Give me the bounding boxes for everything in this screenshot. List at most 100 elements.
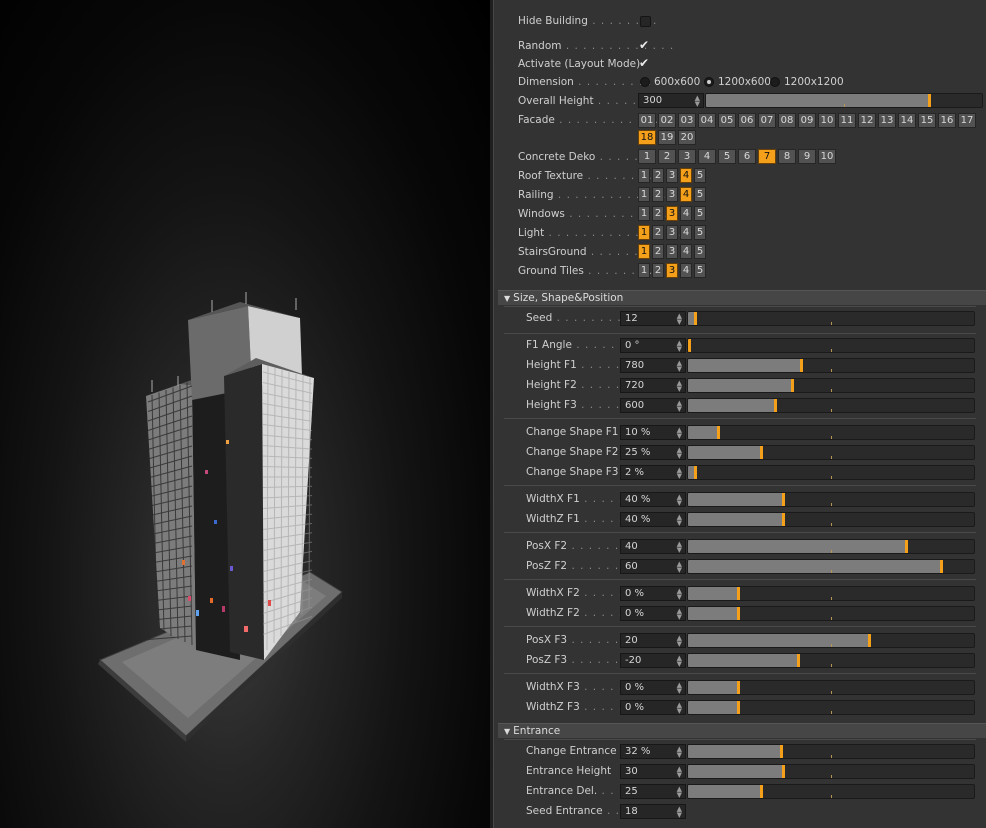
- change-entrance-input[interactable]: 32 % ▲ ▼: [620, 744, 686, 759]
- section-size-shape-position-header[interactable]: ▼ Size, Shape&Position: [498, 290, 986, 305]
- posx-f2-slider[interactable]: [687, 539, 975, 554]
- facade-button-16[interactable]: 16: [938, 113, 956, 128]
- facade-button-10[interactable]: 10: [818, 113, 836, 128]
- spinner-arrows-icon[interactable]: ▲ ▼: [677, 514, 682, 527]
- concrete-deko-button-10[interactable]: 10: [818, 149, 836, 164]
- random-checkbox[interactable]: ✔: [639, 39, 649, 51]
- light-button-5[interactable]: 5: [694, 225, 706, 240]
- stairs-ground-button-3[interactable]: 3: [666, 244, 678, 259]
- ground-tiles-button-3[interactable]: 3: [666, 263, 678, 278]
- windows-button-3[interactable]: 3: [666, 206, 678, 221]
- widthz-f1-slider[interactable]: [687, 512, 975, 527]
- facade-button-20[interactable]: 20: [678, 130, 696, 145]
- entrance-height-input[interactable]: 30 ▲ ▼: [620, 764, 686, 779]
- roof-texture-button-4[interactable]: 4: [680, 168, 692, 183]
- roof-texture-button-1[interactable]: 1: [638, 168, 650, 183]
- concrete-deko-button-3[interactable]: 3: [678, 149, 696, 164]
- ground-tiles-button-5[interactable]: 5: [694, 263, 706, 278]
- spinner-arrows-icon[interactable]: ▲ ▼: [677, 313, 682, 326]
- facade-button-15[interactable]: 15: [918, 113, 936, 128]
- facade-button-07[interactable]: 07: [758, 113, 776, 128]
- spinner-arrows-icon[interactable]: ▲ ▼: [677, 635, 682, 648]
- widthx-f3-slider[interactable]: [687, 680, 975, 695]
- spinner-arrows-icon[interactable]: ▲ ▼: [677, 400, 682, 413]
- widthx-f3-input[interactable]: 0 % ▲ ▼: [620, 680, 686, 695]
- dimension-radio-1200x1200[interactable]: [770, 77, 780, 87]
- seed-slider[interactable]: [687, 311, 975, 326]
- spinner-arrows-icon[interactable]: ▲ ▼: [677, 766, 682, 779]
- facade-button-03[interactable]: 03: [678, 113, 696, 128]
- change-f1-input[interactable]: 10 % ▲ ▼: [620, 425, 686, 440]
- widthz-f1-input[interactable]: 40 % ▲ ▼: [620, 512, 686, 527]
- dimension-radio-600x600[interactable]: [640, 77, 650, 87]
- windows-button-4[interactable]: 4: [680, 206, 692, 221]
- spinner-arrows-icon[interactable]: ▲ ▼: [677, 682, 682, 695]
- entrance-height-slider[interactable]: [687, 764, 975, 779]
- stairs-ground-button-4[interactable]: 4: [680, 244, 692, 259]
- posz-f3-input[interactable]: -20 ▲ ▼: [620, 653, 686, 668]
- posz-f2-slider[interactable]: [687, 559, 975, 574]
- spinner-arrows-icon[interactable]: ▲ ▼: [677, 786, 682, 799]
- facade-button-09[interactable]: 09: [798, 113, 816, 128]
- ground-tiles-button-2[interactable]: 2: [652, 263, 664, 278]
- change-f3-input[interactable]: 2 % ▲ ▼: [620, 465, 686, 480]
- facade-button-17[interactable]: 17: [958, 113, 976, 128]
- concrete-deko-button-1[interactable]: 1: [638, 149, 656, 164]
- stairs-ground-button-5[interactable]: 5: [694, 244, 706, 259]
- 3d-viewport[interactable]: [0, 0, 490, 828]
- railing-button-2[interactable]: 2: [652, 187, 664, 202]
- seed-input[interactable]: 12 ▲ ▼: [620, 311, 686, 326]
- f1-angle-slider[interactable]: [687, 338, 975, 353]
- railing-button-5[interactable]: 5: [694, 187, 706, 202]
- roof-texture-button-2[interactable]: 2: [652, 168, 664, 183]
- roof-texture-button-3[interactable]: 3: [666, 168, 678, 183]
- concrete-deko-button-8[interactable]: 8: [778, 149, 796, 164]
- light-button-3[interactable]: 3: [666, 225, 678, 240]
- facade-button-19[interactable]: 19: [658, 130, 676, 145]
- height-f2-input[interactable]: 720 ▲ ▼: [620, 378, 686, 393]
- concrete-deko-button-9[interactable]: 9: [798, 149, 816, 164]
- light-button-1[interactable]: 1: [638, 225, 650, 240]
- roof-texture-button-5[interactable]: 5: [694, 168, 706, 183]
- spinner-arrows-icon[interactable]: ▲ ▼: [677, 427, 682, 440]
- height-f1-slider[interactable]: [687, 358, 975, 373]
- overall-height-slider[interactable]: [705, 93, 983, 108]
- railing-button-4[interactable]: 4: [680, 187, 692, 202]
- facade-button-13[interactable]: 13: [878, 113, 896, 128]
- concrete-deko-button-7[interactable]: 7: [758, 149, 776, 164]
- facade-button-14[interactable]: 14: [898, 113, 916, 128]
- spinner-arrows-icon[interactable]: ▲ ▼: [677, 608, 682, 621]
- posz-f3-slider[interactable]: [687, 653, 975, 668]
- stairs-ground-button-1[interactable]: 1: [638, 244, 650, 259]
- overall-height-input[interactable]: 300 ▲ ▼: [638, 93, 704, 108]
- entrance-del-slider[interactable]: [687, 784, 975, 799]
- widthx-f2-slider[interactable]: [687, 586, 975, 601]
- change-f2-slider[interactable]: [687, 445, 975, 460]
- f1-angle-input[interactable]: 0 ° ▲ ▼: [620, 338, 686, 353]
- concrete-deko-button-2[interactable]: 2: [658, 149, 676, 164]
- widthz-f2-input[interactable]: 0 % ▲ ▼: [620, 606, 686, 621]
- spinner-arrows-icon[interactable]: ▲ ▼: [677, 806, 682, 819]
- height-f3-input[interactable]: 600 ▲ ▼: [620, 398, 686, 413]
- windows-button-1[interactable]: 1: [638, 206, 650, 221]
- facade-button-08[interactable]: 08: [778, 113, 796, 128]
- concrete-deko-button-5[interactable]: 5: [718, 149, 736, 164]
- light-button-4[interactable]: 4: [680, 225, 692, 240]
- posx-f2-input[interactable]: 40 ▲ ▼: [620, 539, 686, 554]
- spinner-arrows-icon[interactable]: ▲ ▼: [677, 340, 682, 353]
- spinner-arrows-icon[interactable]: ▲ ▼: [677, 494, 682, 507]
- dimension-radio-1200x600[interactable]: [704, 77, 714, 87]
- ground-tiles-button-4[interactable]: 4: [680, 263, 692, 278]
- railing-button-3[interactable]: 3: [666, 187, 678, 202]
- change-f2-input[interactable]: 25 % ▲ ▼: [620, 445, 686, 460]
- stairs-ground-button-2[interactable]: 2: [652, 244, 664, 259]
- spinner-arrows-icon[interactable]: ▲ ▼: [677, 702, 682, 715]
- posz-f2-input[interactable]: 60 ▲ ▼: [620, 559, 686, 574]
- spinner-arrows-icon[interactable]: ▲ ▼: [677, 467, 682, 480]
- facade-button-06[interactable]: 06: [738, 113, 756, 128]
- posx-f3-slider[interactable]: [687, 633, 975, 648]
- widthz-f3-input[interactable]: 0 % ▲ ▼: [620, 700, 686, 715]
- windows-button-2[interactable]: 2: [652, 206, 664, 221]
- widthz-f2-slider[interactable]: [687, 606, 975, 621]
- change-f3-slider[interactable]: [687, 465, 975, 480]
